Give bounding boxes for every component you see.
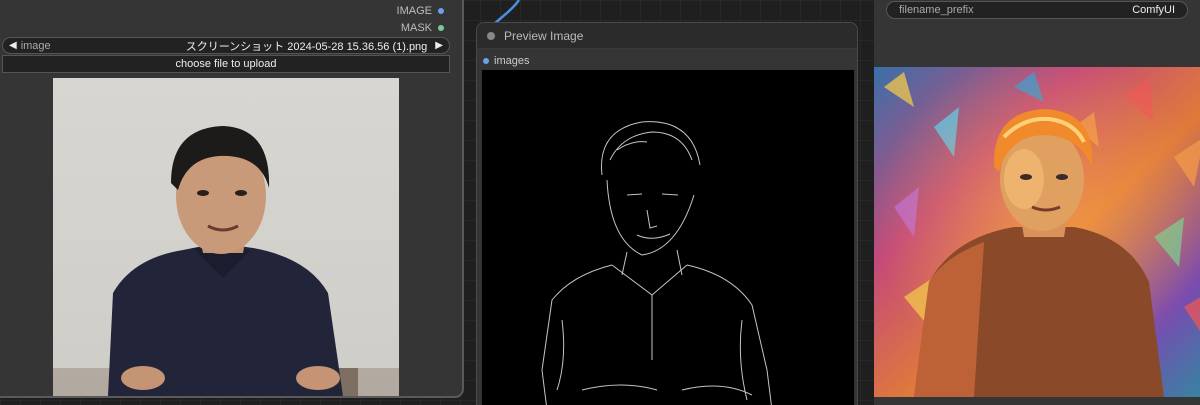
image-widget-value: スクリーンショット 2024-05-28 15.36.56 (1).png	[185, 40, 428, 53]
combo-prev-arrow-icon[interactable]: ◀	[9, 40, 17, 51]
input-images-dot[interactable]	[483, 58, 489, 64]
output-mask[interactable]: MASK	[401, 21, 444, 35]
edge-preview-image	[482, 70, 854, 405]
image-combo-widget[interactable]: ◀ image スクリーンショット 2024-05-28 15.36.56 (1…	[2, 37, 450, 54]
load-image-node[interactable]: IMAGE MASK ◀ image スクリーンショット 2024-05-28 …	[0, 0, 464, 398]
preview-node-title: Preview Image	[504, 28, 584, 43]
man-photo-image	[53, 126, 399, 396]
combo-next-arrow-icon[interactable]: ▶	[435, 40, 443, 51]
input-images-label: images	[494, 55, 530, 67]
filename-prefix-value: ComfyUI	[1132, 4, 1175, 16]
input-images[interactable]: images	[483, 54, 529, 68]
save-image-node[interactable]: filename_prefix ComfyUI	[874, 0, 1200, 405]
output-image[interactable]: IMAGE	[397, 4, 444, 18]
painted-portrait-image	[874, 67, 1200, 397]
output-mask-dot[interactable]	[438, 25, 444, 31]
filename-prefix-label: filename_prefix	[899, 4, 974, 16]
edge-lines-image	[541, 121, 772, 405]
generated-art-image	[874, 67, 1200, 397]
loaded-image-preview	[53, 78, 399, 396]
output-image-dot[interactable]	[438, 8, 444, 14]
filename-prefix-widget[interactable]: filename_prefix ComfyUI	[886, 1, 1188, 19]
node-collapse-dot-icon[interactable]	[487, 31, 495, 40]
preview-image-node[interactable]: Preview Image images	[476, 22, 858, 405]
preview-node-title-bar[interactable]: Preview Image	[477, 23, 857, 49]
output-image-label: IMAGE	[396, 5, 432, 17]
output-mask-label: MASK	[400, 22, 432, 34]
image-widget-label: image	[20, 39, 51, 52]
upload-button[interactable]: choose file to upload	[2, 55, 450, 73]
